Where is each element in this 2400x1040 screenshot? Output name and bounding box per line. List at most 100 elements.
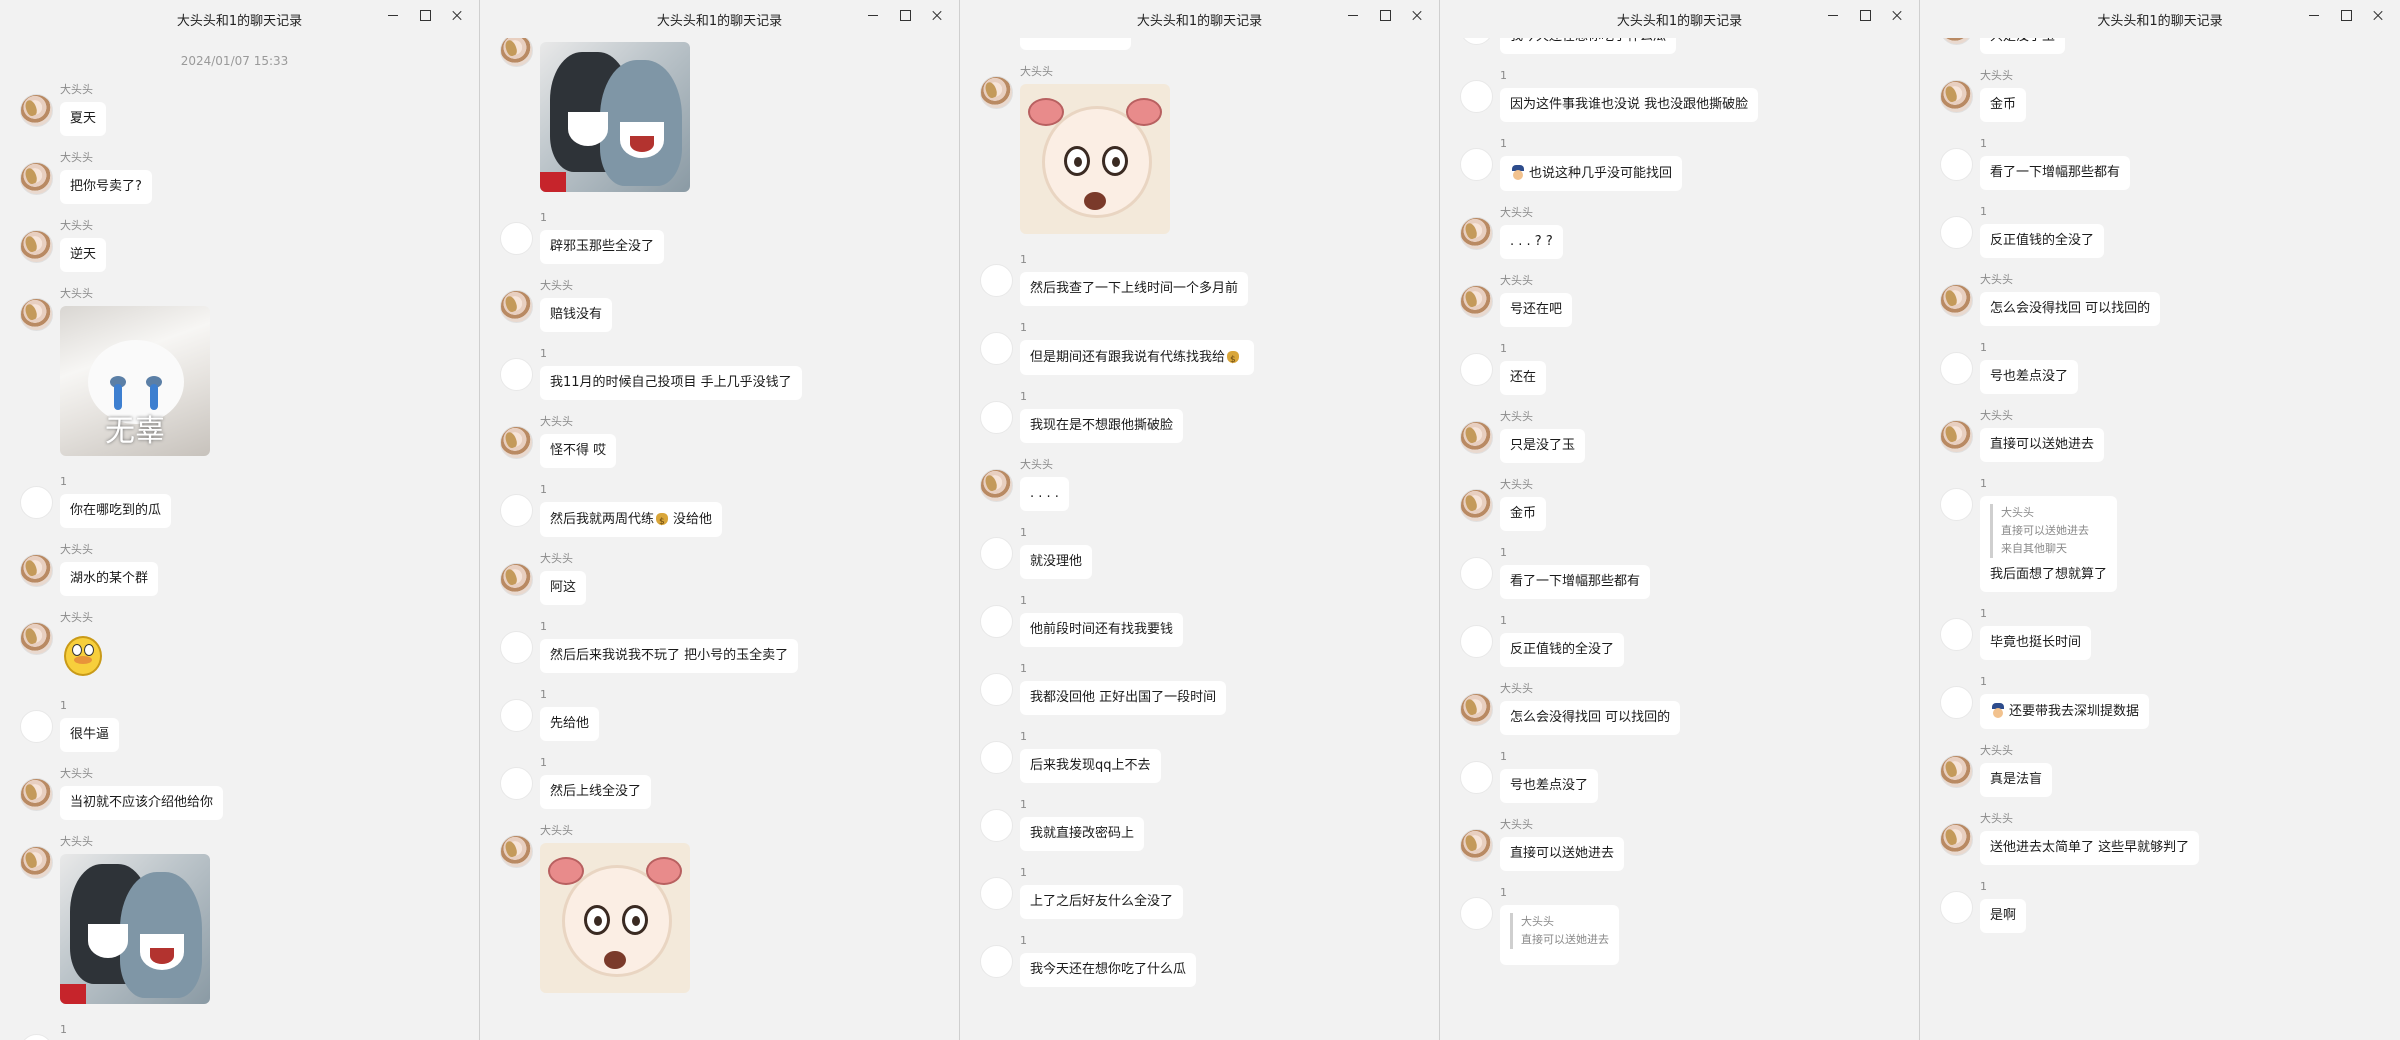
title-bar[interactable]: 大头头和1的聊天记录: [1440, 0, 1919, 38]
message-bubble[interactable]: 然后上线全没了: [1020, 38, 1132, 50]
tom-cat-laughing-sticker[interactable]: [540, 42, 690, 192]
avatar[interactable]: [980, 76, 1013, 109]
message-bubble[interactable]: 后来我发现qq上不去: [1020, 749, 1161, 783]
message-bubble[interactable]: 怪不得 哎: [540, 434, 617, 468]
avatar[interactable]: [20, 298, 53, 331]
avatar[interactable]: [500, 222, 533, 255]
avatar[interactable]: [1940, 38, 1973, 45]
message-bubble[interactable]: 你在哪吃到的瓜: [60, 494, 172, 528]
avatar[interactable]: [20, 1034, 53, 1040]
avatar[interactable]: [980, 537, 1013, 570]
avatar[interactable]: [980, 877, 1013, 910]
message-bubble[interactable]: 然后我查了一下上线时间一个多月前: [1020, 272, 1249, 306]
maximize-icon[interactable]: [889, 4, 921, 28]
quoted-message[interactable]: 大头头 直接可以送她进去: [1510, 913, 1609, 949]
message-bubble[interactable]: 先给他: [540, 707, 600, 741]
message-bubble[interactable]: 把你号卖了?: [60, 170, 152, 204]
close-icon[interactable]: [1401, 4, 1433, 28]
avatar[interactable]: [1460, 897, 1493, 930]
tom-cat-laughing-sticker[interactable]: [60, 854, 210, 1004]
message-bubble[interactable]: 然后上线全没了: [540, 775, 652, 809]
message-bubble[interactable]: 但是期间还有跟我说有代练找我给: [1020, 340, 1255, 375]
minimize-icon[interactable]: [377, 4, 409, 28]
avatar[interactable]: [1940, 80, 1973, 113]
message-feed[interactable]: 大头头 1辟邪玉那些全没了 大头头赔钱没有 1我11月的时候自己投项目 手上几乎…: [480, 38, 959, 1040]
message-bubble[interactable]: 我就直接改密码上: [1020, 817, 1145, 851]
message-bubble[interactable]: 湖水的某个群: [60, 562, 159, 596]
avatar[interactable]: [20, 846, 53, 879]
avatar[interactable]: [500, 699, 533, 732]
avatar[interactable]: [1940, 216, 1973, 249]
message-feed[interactable]: 然后上线全没了 大头头 1 然后我查了一下上线时间一个多月前 1 但是期间还有跟我…: [960, 38, 1439, 1040]
avatar[interactable]: [500, 358, 533, 391]
title-bar[interactable]: 大头头和1的聊天记录: [1920, 0, 2400, 38]
avatar[interactable]: [980, 332, 1013, 365]
avatar[interactable]: [1460, 148, 1493, 181]
avatar[interactable]: [20, 94, 53, 127]
close-icon[interactable]: [2362, 4, 2394, 28]
close-icon[interactable]: [441, 4, 473, 28]
message-bubble[interactable]: 大头头 直接可以送她进去: [1500, 905, 1619, 965]
message-bubble[interactable]: 很牛逼: [60, 718, 120, 752]
message-bubble[interactable]: . . . ? ?: [1500, 225, 1563, 259]
avatar[interactable]: [20, 710, 53, 743]
message-bubble[interactable]: 逆天: [60, 238, 107, 272]
sheep-shocked-sticker[interactable]: [540, 843, 690, 993]
avatar[interactable]: [1940, 891, 1973, 924]
avatar[interactable]: [500, 631, 533, 664]
avatar[interactable]: [1460, 38, 1493, 45]
avatar[interactable]: [980, 264, 1013, 297]
message-bubble[interactable]: 当初就不应该介绍他给你: [60, 786, 224, 820]
avatar[interactable]: [980, 741, 1013, 774]
avatar[interactable]: [1940, 420, 1973, 453]
message-feed[interactable]: 1我今天还在想你吃了什么瓜 1因为这件事我谁也没说 我也没跟他撕破脸 1 也说这…: [1440, 38, 1919, 1040]
message-bubble[interactable]: 我11月的时候自己投项目 手上几乎没钱了: [540, 366, 802, 400]
message-bubble[interactable]: 送他进去太简单了 这些早就够判了: [1980, 831, 2200, 865]
avatar[interactable]: [20, 486, 53, 519]
message-bubble[interactable]: 上了之后好友什么全没了: [1020, 885, 1184, 919]
message-bubble[interactable]: 我今天还在想你吃了什么瓜: [1020, 953, 1197, 987]
avatar[interactable]: [500, 38, 533, 67]
message-bubble[interactable]: 我都没回他 正好出国了一段时间: [1020, 681, 1227, 715]
message-bubble[interactable]: 直接可以送她进去: [1500, 837, 1625, 871]
quoted-message[interactable]: 大头头 直接可以送她进去 来自其他聊天: [1990, 504, 2107, 558]
message-bubble[interactable]: 看了一下增幅那些都有: [1980, 156, 2131, 190]
crying-cat-sticker[interactable]: 无辜: [60, 306, 210, 456]
close-icon[interactable]: [921, 4, 953, 28]
sheep-shocked-sticker[interactable]: [1020, 84, 1170, 234]
message-bubble[interactable]: 因为这件事我谁也没说 我也没跟他撕破脸: [1500, 88, 1759, 122]
avatar[interactable]: [1460, 625, 1493, 658]
avatar[interactable]: [500, 426, 533, 459]
maximize-icon[interactable]: [1849, 4, 1881, 28]
minimize-icon[interactable]: [1337, 4, 1369, 28]
message-bubble[interactable]: 赔钱没有: [540, 298, 613, 332]
avatar[interactable]: [500, 494, 533, 527]
avatar[interactable]: [1940, 823, 1973, 856]
avatar[interactable]: [980, 605, 1013, 638]
message-bubble[interactable]: 还在: [1500, 361, 1547, 395]
avatar[interactable]: [1940, 284, 1973, 317]
message-bubble[interactable]: 然后后来我说我不玩了 把小号的玉全卖了: [540, 639, 799, 673]
message-bubble[interactable]: 只是没了玉: [1980, 38, 2066, 54]
message-bubble[interactable]: 号还在吧: [1500, 293, 1573, 327]
message-bubble[interactable]: 他前段时间还有找我要钱: [1020, 613, 1184, 647]
avatar[interactable]: [1460, 421, 1493, 454]
avatar[interactable]: [1940, 352, 1973, 385]
message-bubble[interactable]: 真是法盲: [1980, 763, 2053, 797]
avatar[interactable]: [20, 554, 53, 587]
avatar[interactable]: [980, 673, 1013, 706]
avatar[interactable]: [980, 469, 1013, 502]
message-bubble[interactable]: 看了一下增幅那些都有: [1500, 565, 1651, 599]
avatar[interactable]: [1460, 693, 1493, 726]
duck-sticker[interactable]: [60, 630, 106, 680]
close-icon[interactable]: [1881, 4, 1913, 28]
avatar[interactable]: [20, 230, 53, 263]
message-bubble[interactable]: 大头头 直接可以送她进去 来自其他聊天 我后面想了想就算了: [1980, 496, 2118, 592]
title-bar[interactable]: 大头头和1的聊天记录: [480, 0, 959, 38]
maximize-icon[interactable]: [409, 4, 441, 28]
avatar[interactable]: [980, 401, 1013, 434]
avatar[interactable]: [1460, 353, 1493, 386]
minimize-icon[interactable]: [857, 4, 889, 28]
message-bubble[interactable]: 金币: [1500, 497, 1547, 531]
message-bubble[interactable]: 反正值钱的全没了: [1500, 633, 1625, 667]
